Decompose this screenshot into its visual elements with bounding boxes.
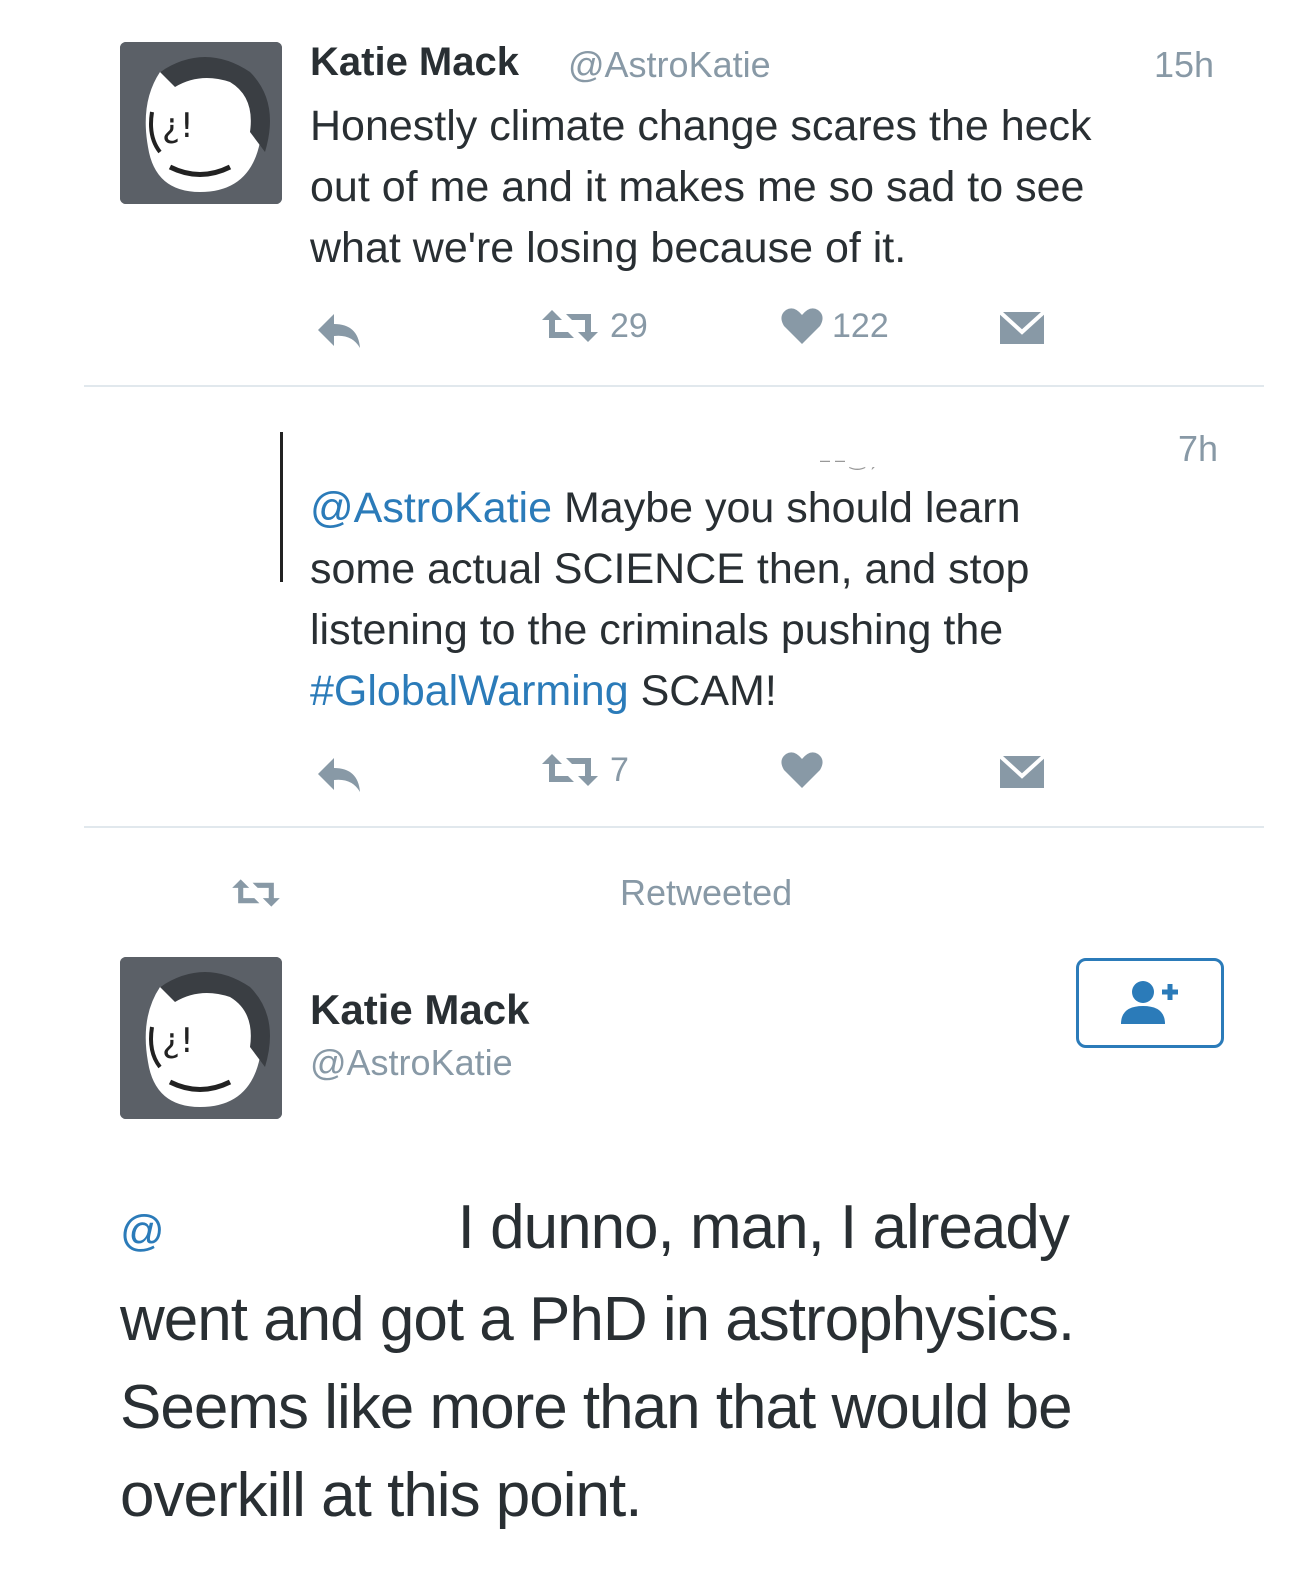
tweet-actions: 29 122 (310, 306, 1070, 356)
reply-icon (318, 758, 360, 792)
tweet-text: Honestly climate change scares the heck … (310, 96, 1270, 279)
tweet-text-line: Honestly climate change scares the heck (310, 102, 1092, 150)
divider (84, 826, 1264, 828)
like-count: 122 (832, 306, 889, 345)
divider (84, 385, 1264, 387)
tweet-text-line: out of me and it makes me so sad to see (310, 163, 1085, 211)
direct-message-button[interactable] (998, 752, 1046, 792)
add-user-icon (1121, 981, 1178, 1024)
avatar[interactable]: ¿! (120, 42, 282, 204)
tweet-time[interactable]: 7h (1178, 428, 1218, 470)
retweet-icon (232, 879, 280, 907)
tweet-text-line: overkill at this point. (120, 1460, 642, 1530)
like-button[interactable]: 122 (780, 306, 889, 346)
tweet-text-line: some actual SCIENCE then, and stop (310, 545, 1030, 593)
reply-button[interactable] (314, 310, 364, 350)
svg-text:¿!: ¿! (162, 106, 194, 146)
tweet-text-line: went and got a PhD in astrophysics. (120, 1284, 1075, 1354)
mention-link[interactable]: @ (120, 1207, 165, 1256)
tweet-text: @ I dunno, man, I already went and got a … (120, 1184, 1270, 1540)
retweeted-label: Retweeted (620, 872, 793, 913)
tweet-time[interactable]: 15h (1154, 44, 1214, 86)
like-button[interactable] (780, 750, 824, 790)
conversation-line (280, 432, 283, 582)
retweet-icon (542, 754, 598, 786)
avatar[interactable]: ¿! (120, 957, 282, 1119)
tweet-text-line: what we're losing because of it. (310, 224, 907, 272)
retweeted-indicator (228, 876, 284, 915)
follow-button[interactable] (1076, 958, 1224, 1048)
tweet-actions: 7 (310, 750, 1070, 800)
retweet-button[interactable]: 7 (538, 750, 629, 790)
retweet-count: 29 (610, 306, 648, 345)
author-handle[interactable]: @AstroKatie (568, 44, 771, 86)
retweet-button[interactable]: 29 (538, 306, 648, 346)
envelope-icon (998, 310, 1046, 344)
reply-icon (318, 314, 360, 348)
retweet-icon (542, 310, 598, 342)
tweet-text-segment: SCAM! (628, 667, 777, 715)
svg-text:¿!: ¿! (162, 1021, 194, 1061)
heart-icon (781, 752, 823, 788)
tweet-text-line: listening to the criminals pushing the (310, 606, 1004, 654)
tweet-text-segment: I dunno, man, I already (457, 1193, 1070, 1262)
retweet-count: 7 (610, 750, 629, 789)
author-handle[interactable]: @AstroKatie (310, 1042, 513, 1084)
heart-icon (781, 308, 823, 344)
author-name[interactable]: Katie Mack (310, 986, 529, 1034)
direct-message-button[interactable] (998, 308, 1046, 348)
envelope-icon (998, 754, 1046, 788)
tweet-text-line: Seems like more than that would be (120, 1372, 1073, 1442)
tweet-text-segment: Maybe you should learn (552, 484, 1021, 532)
redacted-name: ‒ ‒ ‿ ˏ (820, 450, 876, 470)
reply-button[interactable] (314, 754, 364, 794)
hashtag-link[interactable]: #GlobalWarming (310, 667, 629, 715)
author-name[interactable]: Katie Mack (310, 40, 519, 85)
mention-link[interactable]: @AstroKatie (310, 484, 552, 532)
tweet-text: @AstroKatie Maybe you should learn some … (310, 478, 1270, 722)
